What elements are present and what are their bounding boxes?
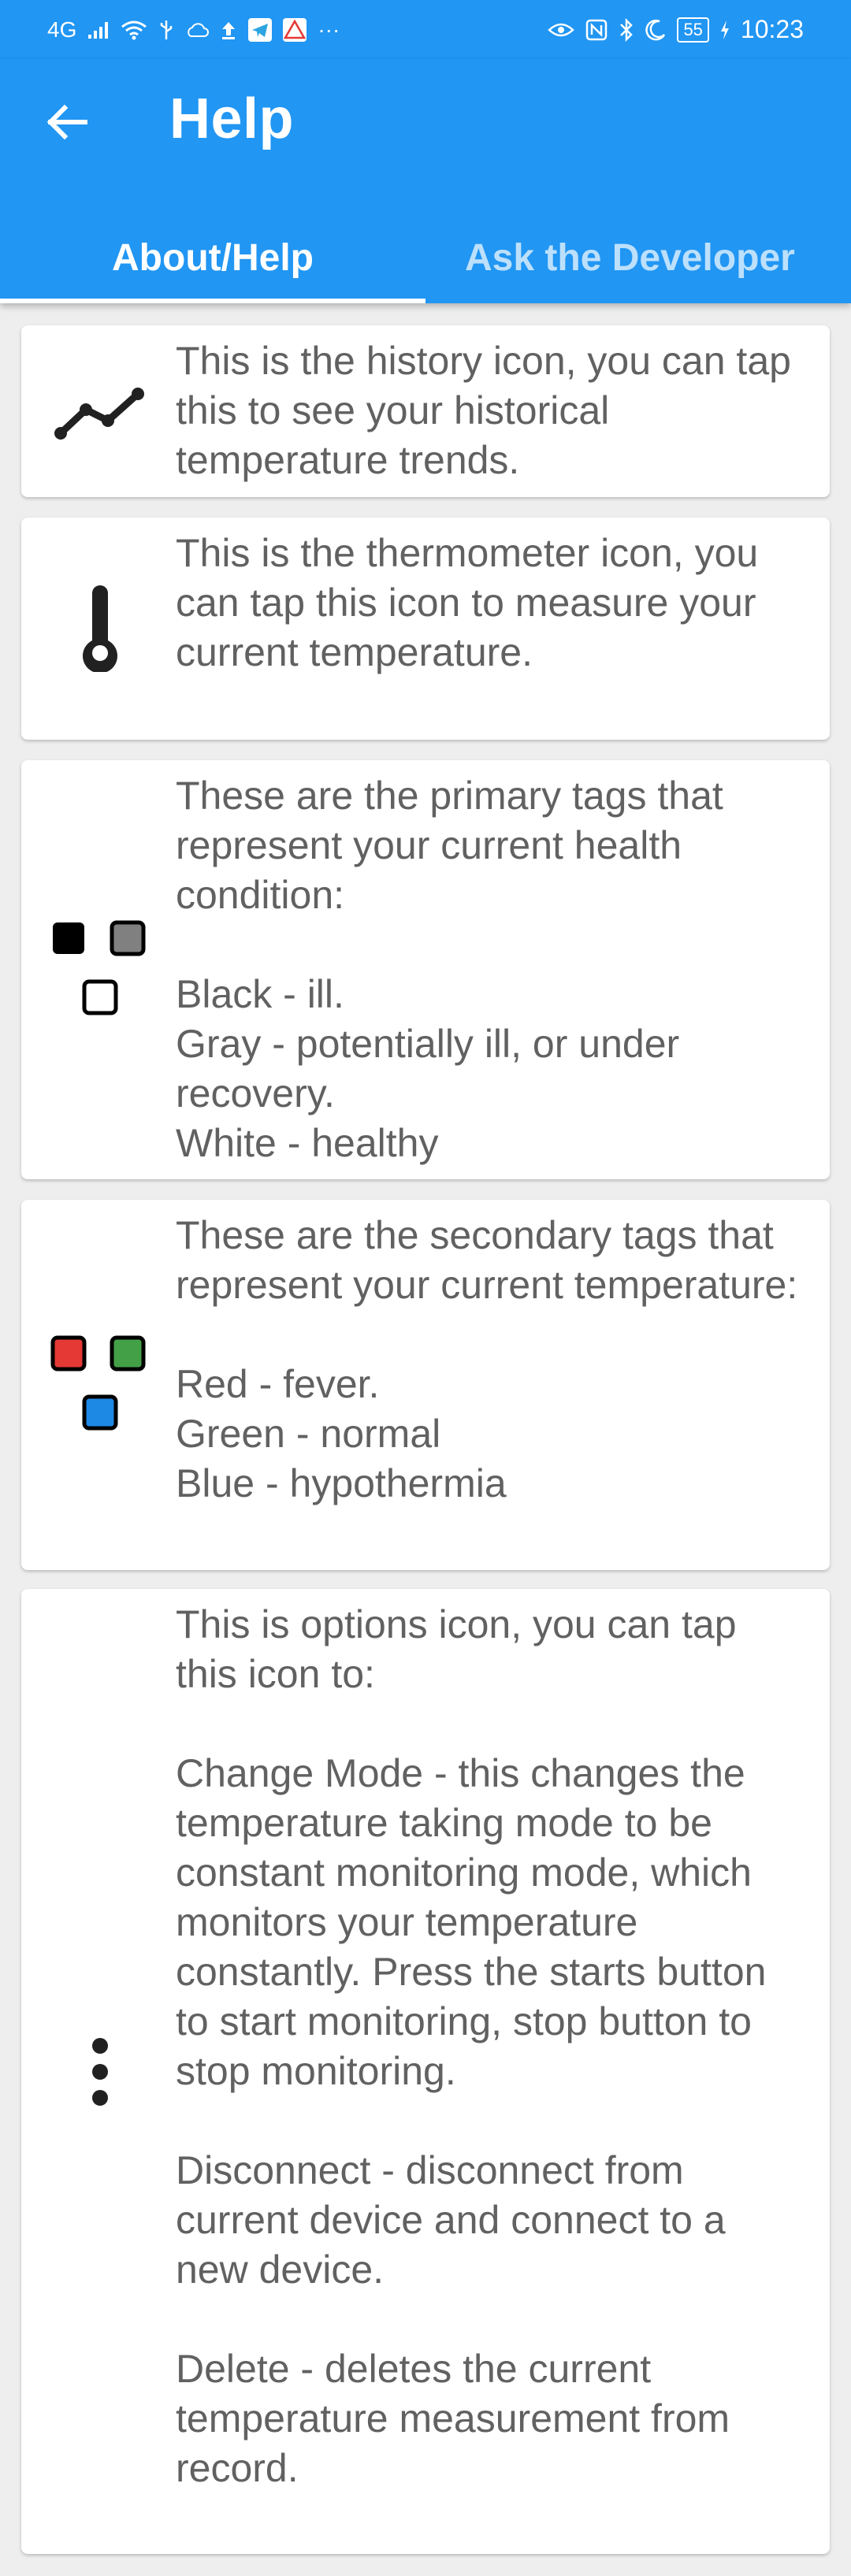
battery-level: 55 (677, 17, 709, 43)
status-right: 55 10:23 (548, 15, 804, 44)
options-icon (21, 1589, 179, 2554)
help-card-text: This is the history icon, you can tap th… (176, 339, 791, 482)
warning-app-icon (283, 17, 307, 42)
help-card-thermometer: This is the thermometer icon, you can ta… (21, 518, 830, 740)
app-bar: Help About/Help Ask the Developer (0, 59, 851, 303)
history-icon (21, 325, 179, 497)
back-button[interactable] (39, 98, 95, 146)
status-left: 4G ··· (47, 17, 340, 42)
page-title: Help (169, 87, 295, 150)
secondary-tags-icon (21, 1200, 179, 1570)
help-card-secondary-tags: These are the secondary tags that repres… (21, 1200, 830, 1570)
tab-about-help[interactable]: About/Help (0, 213, 426, 303)
clock: 10:23 (740, 15, 804, 43)
moon-icon (645, 19, 666, 40)
help-card-text: This is options icon, you can tap this i… (176, 1602, 767, 2490)
thermometer-icon (21, 518, 179, 740)
tab-bar: About/Help Ask the Developer (0, 213, 851, 303)
usb-icon (161, 20, 173, 39)
cloud-icon (188, 22, 210, 37)
network-type: 4G (47, 17, 77, 42)
more-notifications-icon: ··· (318, 17, 340, 42)
upload-icon (222, 21, 236, 39)
help-card-text: This is the thermometer icon, you can ta… (176, 531, 759, 674)
help-card-text: These are the primary tags that represen… (176, 774, 723, 1165)
signal-icon (88, 21, 109, 39)
eye-comfort-icon (548, 23, 575, 36)
help-card-primary-tags: These are the primary tags that represen… (21, 760, 830, 1179)
tab-ask-developer[interactable]: Ask the Developer (426, 213, 851, 303)
status-bar: 4G ··· 55 10:23 (0, 0, 851, 59)
help-card-text: These are the secondary tags that repres… (176, 1213, 798, 1505)
tab-selected-indicator (0, 299, 426, 303)
wifi-icon (121, 20, 147, 39)
help-card-options: This is options icon, you can tap this i… (21, 1589, 830, 2554)
arrow-left-icon (46, 104, 87, 140)
nfc-icon (586, 19, 608, 40)
bluetooth-icon (620, 17, 634, 42)
primary-tags-icon (21, 760, 179, 1179)
charging-icon (720, 20, 729, 39)
help-card-history: This is the history icon, you can tap th… (21, 325, 830, 497)
telegram-icon (248, 17, 273, 42)
